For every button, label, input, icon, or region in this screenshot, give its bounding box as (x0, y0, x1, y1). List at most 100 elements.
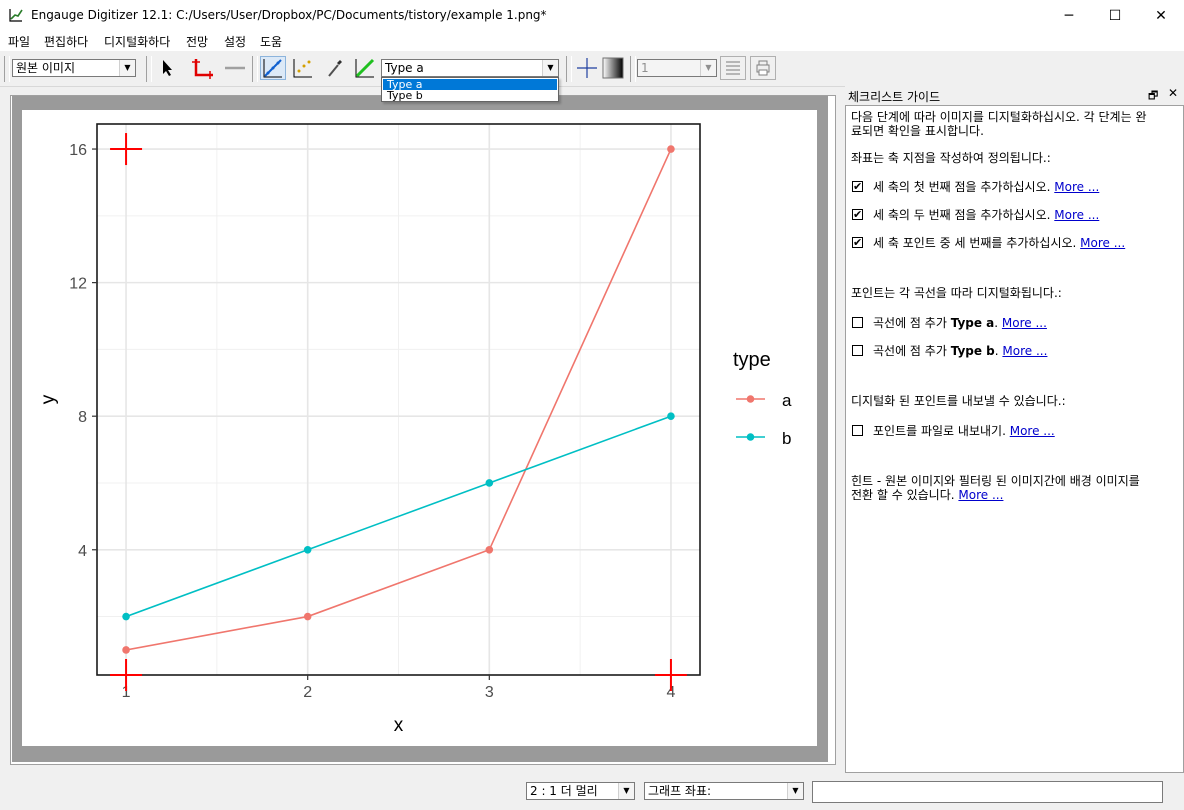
gradient-icon (602, 57, 624, 79)
list-icon (726, 61, 740, 75)
select-tool-button[interactable] (154, 56, 180, 80)
x-tick-label: 2 (303, 684, 312, 701)
hint-line2-text: 전환 할 수 있습니다. (851, 488, 955, 502)
curve-dropdown-list: Type a Type b (381, 77, 559, 102)
curve-point-button[interactable] (260, 56, 286, 80)
toolbar-grip[interactable] (630, 56, 636, 82)
y-tick-label: 4 (78, 543, 87, 560)
legend-label-b: b (782, 429, 791, 448)
toolbar-grip[interactable] (4, 56, 10, 82)
chevron-down-icon: ▼ (542, 60, 558, 76)
close-button[interactable]: ✕ (1138, 0, 1184, 31)
axis-point-1-text: 세 축의 첫 번째 점을 추가하십시오. (873, 180, 1051, 194)
menu-settings[interactable]: 설정 (224, 33, 246, 50)
chevron-down-icon: ▼ (618, 783, 634, 799)
gradient-button[interactable] (600, 56, 626, 80)
background-image-select[interactable]: 원본 이미지 ▼ (12, 59, 136, 77)
legend-key-point-a (746, 395, 755, 403)
intro-text-line1: 다음 단계에 따라 이미지를 디지털화하십시오. 각 단계는 완 (851, 110, 1147, 124)
curve-select[interactable]: Type a ▼ (381, 59, 559, 77)
data-point-a (122, 646, 130, 654)
x-axis-label: x (394, 715, 404, 736)
point-number-select[interactable]: 1 ▼ (637, 59, 717, 77)
axis-point-3-item: 세 축 포인트 중 세 번째를 추가하십시오. More ... (873, 236, 1125, 250)
toolbar-grip[interactable] (252, 56, 258, 82)
color-picker-icon (328, 60, 342, 77)
curves-header: 포인트는 각 곡선을 따라 디지털화됩니다.: (851, 286, 1062, 300)
toolbar-grip[interactable] (146, 56, 152, 82)
chevron-down-icon: ▼ (787, 783, 803, 799)
app-logo-icon (9, 9, 23, 22)
coords-mode-value: 그래프 좌표: (648, 784, 712, 798)
crosshair-button[interactable] (574, 56, 600, 80)
export-text: 포인트를 파일로 내보내기. (873, 424, 1006, 438)
more-link[interactable]: More ... (958, 488, 1003, 502)
point-match-icon (293, 59, 312, 78)
axis-point-2-checkbox: ✔ (852, 208, 863, 221)
hint-line1: 힌트 - 원본 이미지와 필터링 된 이미지간에 배경 이미지를 (851, 474, 1140, 488)
data-point-a (667, 145, 675, 153)
curve-a-item: 곡선에 점 추가 Type a. More ... (873, 316, 1047, 330)
scale-bar-button[interactable] (222, 56, 248, 80)
axis-point-3-text: 세 축 포인트 중 세 번째를 추가하십시오. (873, 236, 1077, 250)
curve-point-icon (263, 59, 282, 78)
curve-b-checkbox (852, 345, 863, 356)
minimize-button[interactable]: ─ (1046, 0, 1092, 31)
more-link[interactable]: More ... (1080, 236, 1125, 250)
y-tick-label: 16 (69, 142, 87, 159)
select-arrow-icon (163, 60, 172, 76)
dropdown-option-type-b[interactable]: Type b (383, 90, 557, 101)
undock-icon[interactable]: 🗗 (1148, 87, 1158, 106)
color-picker-button[interactable] (322, 56, 348, 80)
background-image-value: 원본 이미지 (16, 61, 76, 75)
curve-a-prefix: 곡선에 점 추가 (873, 316, 951, 330)
data-point-b (122, 612, 130, 621)
chevron-down-icon: ▼ (700, 60, 716, 76)
curve-a-name: Type a (950, 316, 995, 330)
line-icon (225, 66, 245, 70)
segment-fill-button[interactable] (352, 56, 378, 80)
point-number-value: 1 (641, 61, 649, 75)
axis-point-icon (192, 59, 213, 79)
more-link[interactable]: More ... (1010, 424, 1055, 438)
more-link[interactable]: More ... (1002, 344, 1047, 358)
window-title: Engauge Digitizer 12.1: C:/Users/User/Dr… (31, 8, 547, 22)
close-icon: ✕ (1155, 7, 1167, 24)
menu-view[interactable]: 전망 (186, 33, 208, 50)
panel-close-icon[interactable]: ✕ (1168, 86, 1178, 100)
maximize-icon: ☐ (1108, 7, 1122, 24)
y-tick-label: 8 (78, 409, 87, 426)
point-match-button[interactable] (290, 56, 316, 80)
menu-digitize[interactable]: 디지털화하다 (104, 33, 170, 50)
menu-file[interactable]: 파일 (8, 33, 30, 50)
more-link[interactable]: More ... (1054, 208, 1099, 222)
curve-b-name: Type b (950, 344, 995, 358)
axis-point-2-item: 세 축의 두 번째 점을 추가하십시오. More ... (873, 208, 1099, 222)
coords-value-field[interactable] (812, 781, 1163, 803)
data-point-b (667, 412, 675, 420)
more-link[interactable]: More ... (1002, 316, 1047, 330)
axis-point-2-text: 세 축의 두 번째 점을 추가하십시오. (873, 208, 1051, 222)
plot-legend: type ab (733, 349, 792, 448)
zoom-value: 2 : 1 더 멀리 (530, 784, 598, 798)
minimize-icon: ─ (1064, 7, 1074, 24)
zoom-select[interactable]: 2 : 1 더 멀리 ▼ (526, 782, 635, 800)
toolbar-grip[interactable] (566, 56, 572, 82)
curve-b-prefix: 곡선에 점 추가 (873, 344, 951, 358)
checklist-body: 다음 단계에 따라 이미지를 디지털화하십시오. 각 단계는 완 료되면 확인을… (845, 105, 1184, 773)
axis-point-button[interactable] (190, 56, 216, 80)
plot-image[interactable]: 1 2 3 4481216xy typeab (22, 110, 817, 746)
segment-fill-icon (355, 58, 375, 78)
menu-help[interactable]: 도움 (260, 33, 282, 50)
curve-a-checkbox (852, 317, 863, 328)
menu-edit[interactable]: 편집하다 (44, 33, 88, 50)
list-view-button[interactable] (720, 56, 746, 80)
coords-mode-select[interactable]: 그래프 좌표: ▼ (644, 782, 804, 800)
data-point-b (303, 545, 312, 554)
export-header: 디지털화 된 포인트를 내보낼 수 있습니다.: (851, 394, 1066, 408)
maximize-button[interactable]: ☐ (1092, 0, 1138, 31)
y-tick-label: 12 (69, 276, 87, 293)
axes-header: 좌표는 축 지점을 작성하여 정의됩니다.: (851, 151, 1051, 165)
print-button[interactable] (750, 56, 776, 80)
more-link[interactable]: More ... (1054, 180, 1099, 194)
